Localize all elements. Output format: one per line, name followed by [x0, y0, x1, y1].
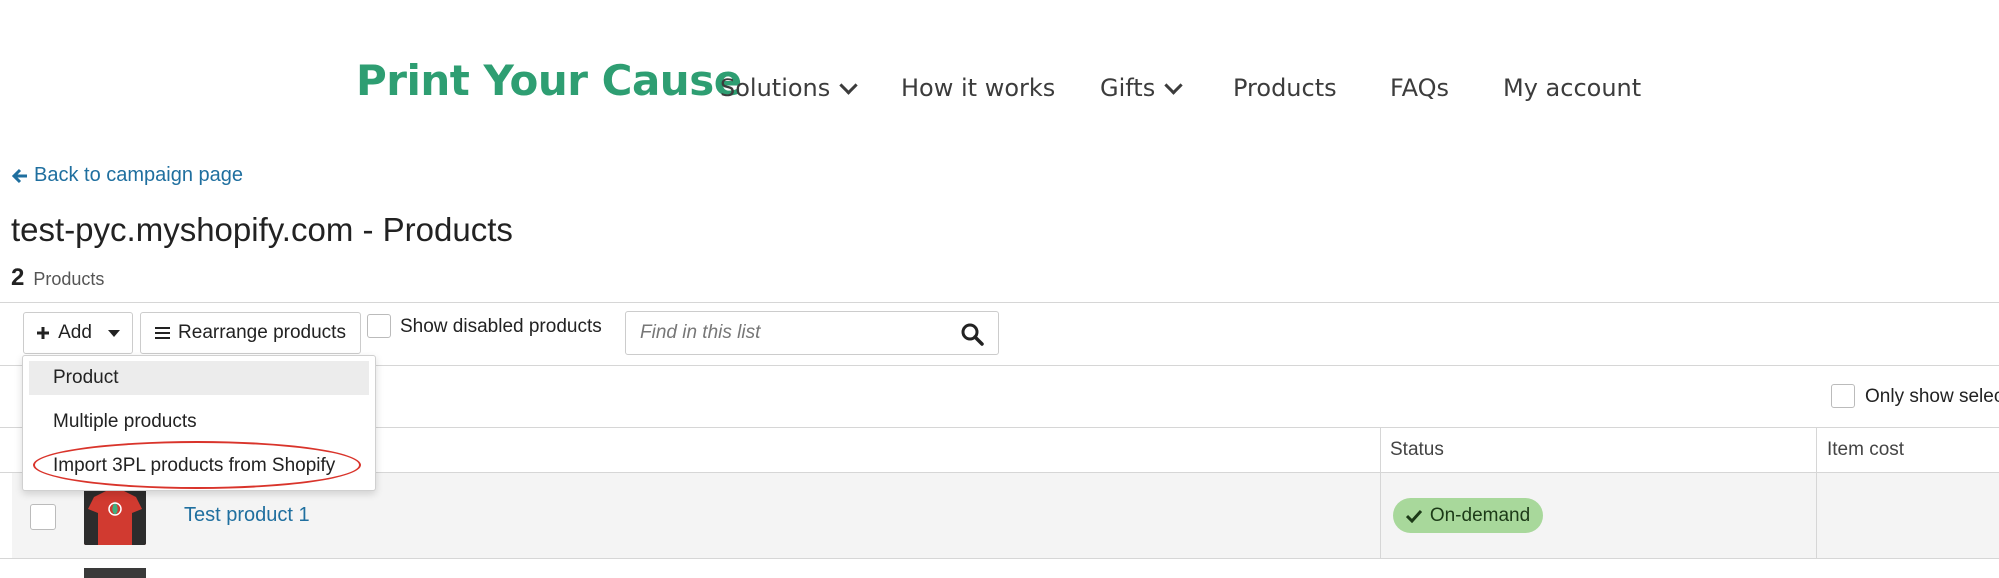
product-thumbnail[interactable] [84, 487, 146, 545]
add-button[interactable]: Add [23, 312, 133, 354]
caret-down-icon [107, 329, 120, 337]
nav-products-label: Products [1233, 74, 1337, 102]
column-header-item-cost[interactable]: Item cost [1827, 439, 1904, 461]
nav-gifts[interactable]: Gifts [1100, 74, 1183, 102]
plus-icon [37, 327, 50, 339]
only-show-selected-label: Only show selec [1865, 386, 1999, 407]
chevron-down-icon [1164, 75, 1183, 95]
status-label: On-demand [1429, 504, 1531, 526]
rearrange-button-label: Rearrange products [178, 322, 346, 343]
menu-item-multiple-products[interactable]: Multiple products [23, 411, 375, 433]
column-header-status[interactable]: Status [1390, 439, 1444, 461]
product-name-link[interactable]: Test product 1 [184, 504, 310, 527]
page-title: test-pyc.myshopify.com - Products [11, 211, 513, 248]
nav-products[interactable]: Products [1233, 74, 1337, 102]
tshirt-image [84, 487, 146, 545]
rearrange-products-button[interactable]: Rearrange products [140, 312, 361, 354]
nav-how-it-works[interactable]: How it works [901, 74, 1055, 102]
only-show-selected-checkbox[interactable] [1831, 384, 1855, 408]
product-count-number: 2 [11, 264, 25, 291]
nav-faqs-label: FAQs [1390, 74, 1449, 102]
menu-item-product[interactable]: Product [23, 367, 375, 389]
column-divider [1380, 428, 1381, 472]
status-badge: On-demand [1393, 498, 1543, 533]
nav-faqs[interactable]: FAQs [1390, 74, 1449, 102]
search-box [625, 311, 999, 355]
list-icon [155, 327, 171, 339]
check-icon [1405, 509, 1422, 523]
arrow-left-icon [12, 168, 27, 183]
show-disabled-checkbox[interactable] [367, 314, 391, 338]
show-disabled-label: Show disabled products [400, 316, 602, 337]
divider [0, 558, 1999, 559]
product-count: 2 Products [11, 264, 104, 292]
add-button-label: Add [58, 322, 92, 343]
back-link-label: Back to campaign page [34, 164, 244, 186]
nav-how-it-works-label: How it works [901, 74, 1056, 102]
search-input[interactable] [638, 321, 942, 345]
back-to-campaign-link[interactable]: Back to campaign page [12, 164, 243, 187]
column-divider [1816, 472, 1817, 558]
column-divider [1380, 472, 1381, 558]
nav-gifts-label: Gifts [1100, 74, 1156, 102]
nav-my-account[interactable]: My account [1503, 74, 1641, 102]
search-icon[interactable] [960, 322, 984, 346]
column-divider [1816, 428, 1817, 472]
nav-solutions[interactable]: Solutions [720, 74, 858, 102]
row-select-checkbox[interactable] [30, 504, 56, 530]
annotation-circle [33, 441, 361, 489]
chevron-down-icon [839, 75, 858, 95]
site-logo[interactable]: Print Your Cause [356, 56, 742, 105]
nav-my-account-label: My account [1503, 74, 1642, 102]
nav-solutions-label: Solutions [720, 74, 831, 102]
product-thumbnail[interactable] [84, 568, 146, 578]
product-count-label: Products [33, 269, 105, 289]
divider [0, 302, 1999, 303]
